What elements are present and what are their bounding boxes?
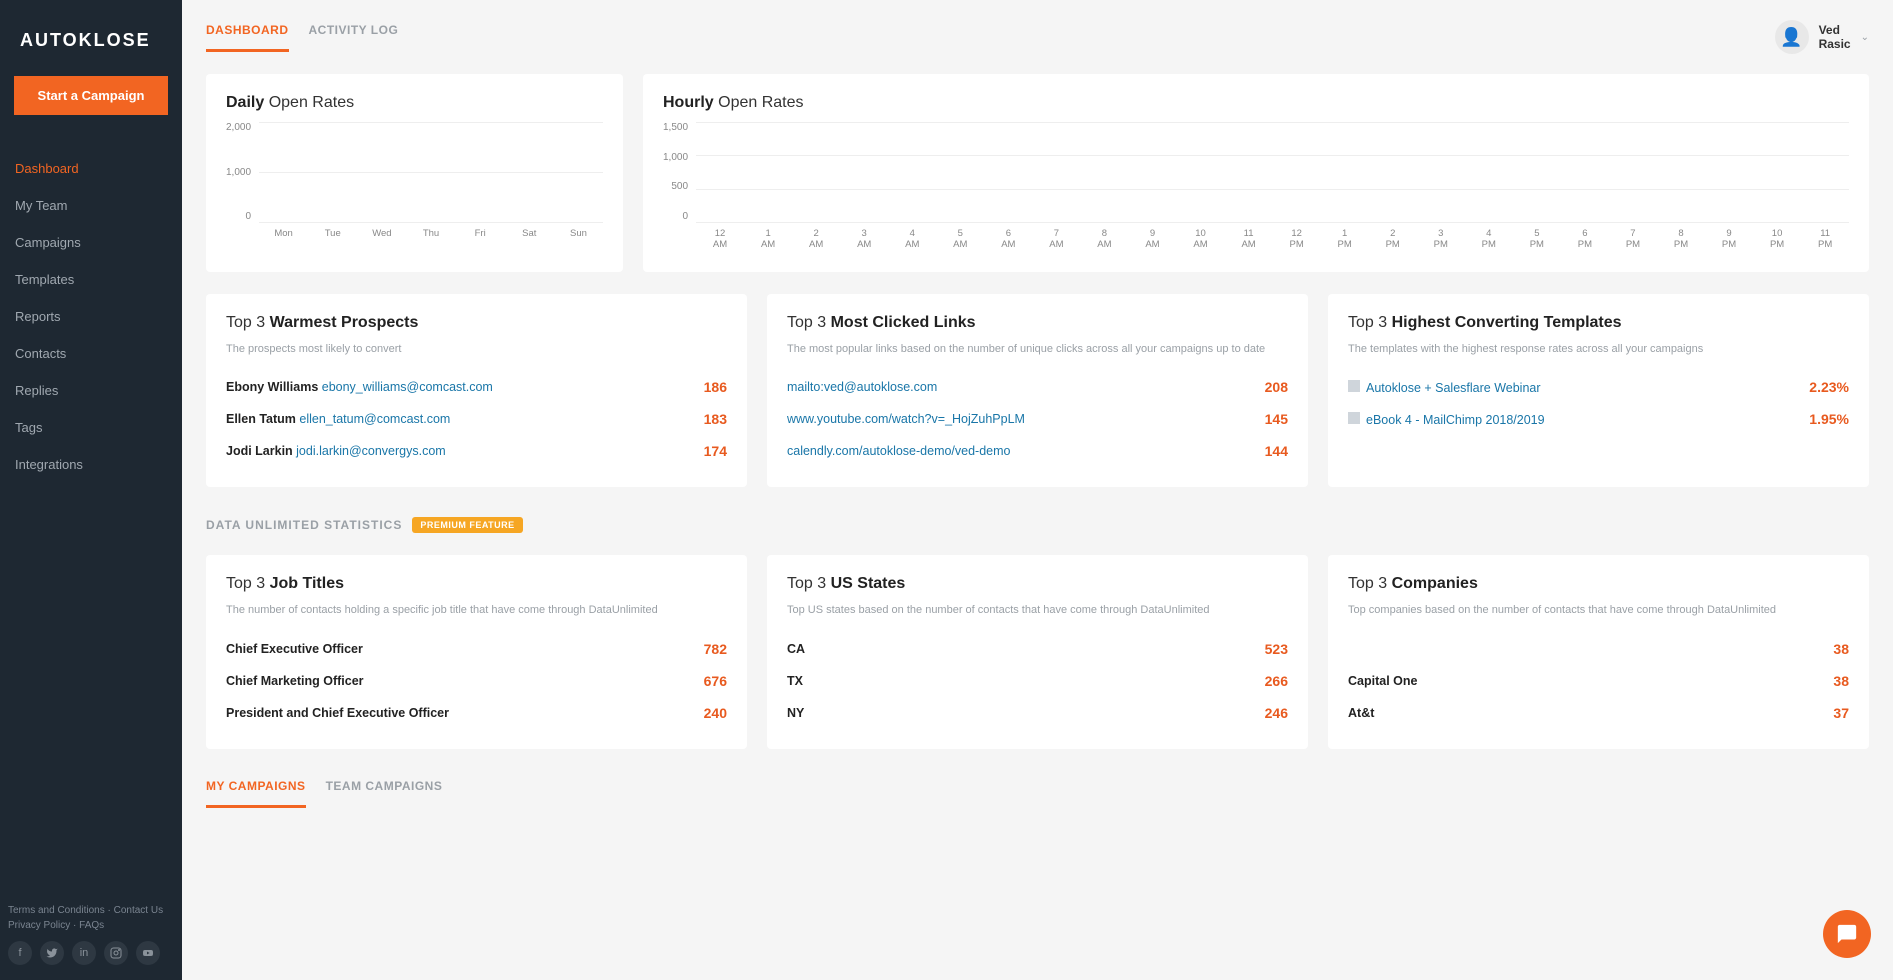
logo: AUTOKLOSE [0, 30, 182, 76]
topbar: DASHBOARD ACTIVITY LOG 👤 Ved Rasic ⌄ [206, 0, 1869, 54]
tab-activity-log[interactable]: ACTIVITY LOG [309, 23, 399, 52]
main-content: DASHBOARD ACTIVITY LOG 👤 Ved Rasic ⌄ Dail… [182, 0, 1893, 980]
link-row: www.youtube.com/watch?v=_HojZuhPpLM145 [787, 403, 1288, 435]
twitter-icon[interactable] [40, 941, 64, 965]
sidebar-item-campaigns[interactable]: Campaigns [0, 224, 182, 261]
facebook-icon[interactable]: f [8, 941, 32, 965]
sidebar: AUTOKLOSE Start a Campaign DashboardMy T… [0, 0, 182, 980]
companies-card: Top 3 Companies Top companies based on t… [1328, 555, 1869, 748]
prospect-row: Jodi Larkin jodi.larkin@convergys.com174 [226, 435, 727, 467]
job-row: President and Chief Executive Officer240 [226, 697, 727, 729]
link-row: calendly.com/autoklose-demo/ved-demo144 [787, 435, 1288, 467]
instagram-icon[interactable] [104, 941, 128, 965]
nav-list: DashboardMy TeamCampaignsTemplatesReport… [0, 150, 182, 483]
sidebar-item-replies[interactable]: Replies [0, 372, 182, 409]
footer-terms[interactable]: Terms and Conditions [8, 905, 105, 916]
start-campaign-button[interactable]: Start a Campaign [14, 76, 168, 115]
sidebar-item-my-team[interactable]: My Team [0, 187, 182, 224]
top-tabs: DASHBOARD ACTIVITY LOG [206, 23, 398, 52]
youtube-icon[interactable] [136, 941, 160, 965]
link-row: mailto:ved@autoklose.com208 [787, 371, 1288, 403]
sidebar-item-reports[interactable]: Reports [0, 298, 182, 335]
company-row: 38 [1348, 633, 1849, 665]
job-row: Chief Marketing Officer676 [226, 665, 727, 697]
state-row: NY246 [787, 697, 1288, 729]
sidebar-item-integrations[interactable]: Integrations [0, 446, 182, 483]
avatar: 👤 [1775, 20, 1809, 54]
tab-dashboard[interactable]: DASHBOARD [206, 23, 289, 52]
tab-my-campaigns[interactable]: MY CAMPAIGNS [206, 779, 306, 808]
sidebar-item-templates[interactable]: Templates [0, 261, 182, 298]
document-icon [1348, 412, 1360, 424]
template-row: eBook 4 - MailChimp 2018/20191.95% [1348, 403, 1849, 435]
linkedin-icon[interactable]: in [72, 941, 96, 965]
user-first: Ved [1819, 23, 1851, 37]
us-states-card: Top 3 US States Top US states based on t… [767, 555, 1308, 748]
chevron-down-icon: ⌄ [1861, 32, 1869, 43]
tab-team-campaigns[interactable]: TEAM CAMPAIGNS [326, 779, 443, 808]
user-last: Rasic [1819, 37, 1851, 51]
warmest-prospects-card: Top 3 Warmest Prospects The prospects mo… [206, 294, 747, 487]
sidebar-item-dashboard[interactable]: Dashboard [0, 150, 182, 187]
footer-contact[interactable]: Contact Us [114, 905, 163, 916]
user-menu[interactable]: 👤 Ved Rasic ⌄ [1775, 20, 1869, 54]
footer-faqs[interactable]: FAQs [79, 920, 104, 931]
state-row: CA523 [787, 633, 1288, 665]
company-row: Capital One38 [1348, 665, 1849, 697]
sidebar-item-tags[interactable]: Tags [0, 409, 182, 446]
clicked-links-card: Top 3 Most Clicked Links The most popula… [767, 294, 1308, 487]
state-row: TX266 [787, 665, 1288, 697]
templates-card: Top 3 Highest Converting Templates The t… [1328, 294, 1869, 487]
document-icon [1348, 380, 1360, 392]
template-row: Autoklose + Salesflare Webinar2.23% [1348, 371, 1849, 403]
premium-badge: PREMIUM FEATURE [412, 517, 522, 533]
sidebar-item-contacts[interactable]: Contacts [0, 335, 182, 372]
sidebar-footer: Terms and Conditions · Contact Us Privac… [0, 905, 182, 965]
job-titles-card: Top 3 Job Titles The number of contacts … [206, 555, 747, 748]
data-unlimited-header: DATA UNLIMITED STATISTICS PREMIUM FEATUR… [206, 517, 1869, 533]
chat-button[interactable] [1823, 910, 1871, 958]
company-row: At&t37 [1348, 697, 1849, 729]
prospect-row: Ebony Williams ebony_williams@comcast.co… [226, 371, 727, 403]
footer-privacy[interactable]: Privacy Policy [8, 920, 70, 931]
job-row: Chief Executive Officer782 [226, 633, 727, 665]
prospect-row: Ellen Tatum ellen_tatum@comcast.com183 [226, 403, 727, 435]
campaigns-tabs: MY CAMPAIGNS TEAM CAMPAIGNS [206, 779, 1869, 808]
daily-chart-card: Daily Open Rates 2,0001,0000MonTueWedThu… [206, 74, 623, 272]
hourly-chart-card: Hourly Open Rates 1,5001,000500012AM1AM2… [643, 74, 1869, 272]
